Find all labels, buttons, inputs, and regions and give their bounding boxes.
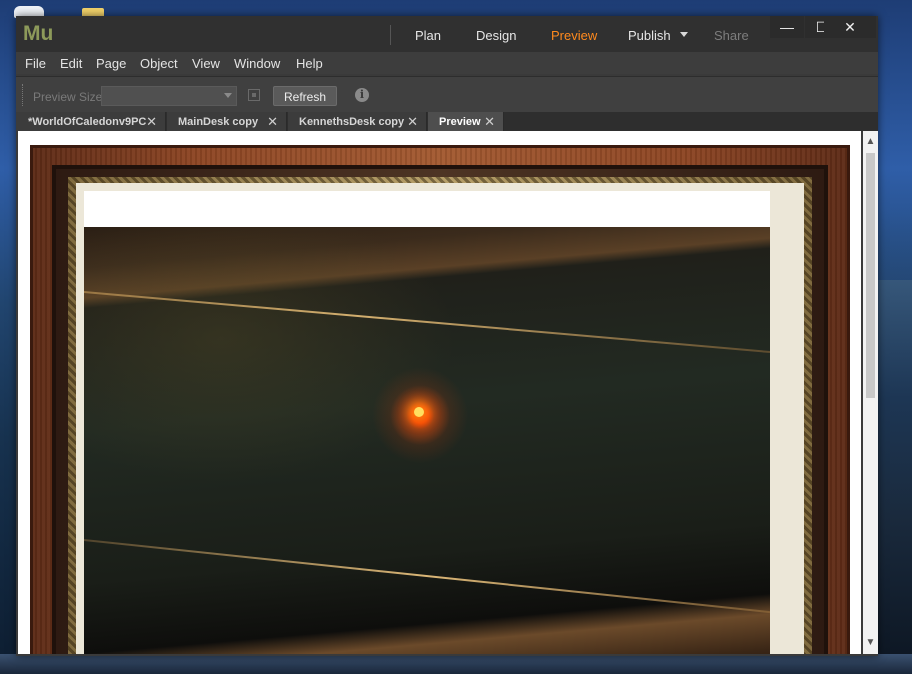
mode-tab-publish[interactable]: Publish <box>628 28 671 43</box>
menu-bar: File Edit Page Object View Window Help <box>16 52 878 74</box>
toolbar-grip[interactable] <box>22 84 25 106</box>
menu-edit[interactable]: Edit <box>60 56 82 71</box>
chevron-down-icon <box>224 93 232 98</box>
close-button[interactable]: ✕ <box>824 16 876 38</box>
publish-dropdown-icon[interactable] <box>680 32 688 37</box>
menu-object[interactable]: Object <box>140 56 178 71</box>
mode-tab-preview[interactable]: Preview <box>551 28 597 43</box>
tab-kennethsdesk-copy[interactable]: KennethsDesk copy ✕ <box>288 112 427 131</box>
rotate-icon <box>248 89 260 101</box>
desk-edge-bottom <box>84 539 770 614</box>
mode-separator <box>390 25 391 45</box>
tab-label: KennethsDesk copy <box>299 115 405 128</box>
close-icon[interactable]: ✕ <box>267 114 278 130</box>
close-icon[interactable]: ✕ <box>146 114 157 130</box>
muse-logo: Mu <box>23 22 54 45</box>
menu-window[interactable]: Window <box>234 56 280 71</box>
tab-label: Preview <box>439 115 481 128</box>
info-icon[interactable]: i <box>355 88 369 102</box>
picture-frame-gold-trim <box>68 177 812 654</box>
refresh-button[interactable]: Refresh <box>273 86 337 106</box>
preview-canvas[interactable] <box>18 131 861 654</box>
tab-worldofcaledon[interactable]: *WorldOfCaledonv9PC ✕ <box>16 112 166 131</box>
menu-page[interactable]: Page <box>96 56 126 71</box>
document-tabs: *WorldOfCaledonv9PC ✕ MainDesk copy ✕ Ke… <box>16 112 878 131</box>
app-window: Mu Plan Design Preview Publish Share — ☐… <box>16 16 878 656</box>
vertical-scrollbar[interactable]: ▲ ▼ <box>863 131 878 654</box>
picture-frame-inner <box>76 183 804 654</box>
close-icon[interactable]: ✕ <box>484 114 495 130</box>
preview-size-label: Preview Size: <box>33 90 106 104</box>
close-icon[interactable]: ✕ <box>407 114 418 130</box>
menu-help[interactable]: Help <box>296 56 323 71</box>
tab-preview[interactable]: Preview ✕ <box>428 112 504 131</box>
desktop-wallpaper-rocks <box>876 280 912 674</box>
scroll-up-icon[interactable]: ▲ <box>865 137 876 147</box>
desktop-wallpaper-shore <box>0 654 912 674</box>
mode-tab-share: Share <box>714 28 749 43</box>
scroll-down-icon[interactable]: ▼ <box>865 638 876 648</box>
white-header-strip <box>84 191 770 227</box>
toolbar: Preview Size: Refresh i <box>16 76 878 113</box>
picture-frame-middle <box>52 165 828 654</box>
picture-frame-outer <box>30 145 850 654</box>
tab-label: MainDesk copy <box>178 115 259 128</box>
glowing-light-spot[interactable] <box>414 407 424 417</box>
mode-tab-design[interactable]: Design <box>476 28 516 43</box>
menu-view[interactable]: View <box>192 56 220 71</box>
title-bar: Mu Plan Design Preview Publish Share — ☐… <box>16 16 878 52</box>
menu-file[interactable]: File <box>25 56 46 71</box>
tab-label: *WorldOfCaledonv9PC <box>28 115 147 128</box>
mode-tab-plan[interactable]: Plan <box>415 28 441 43</box>
minimize-button[interactable]: — <box>770 16 804 38</box>
tab-maindesk-copy[interactable]: MainDesk copy ✕ <box>167 112 287 131</box>
preview-size-select <box>101 86 237 106</box>
scroll-thumb[interactable] <box>866 153 875 398</box>
desk-edge-top <box>84 291 770 354</box>
desk-photo[interactable] <box>84 227 770 654</box>
